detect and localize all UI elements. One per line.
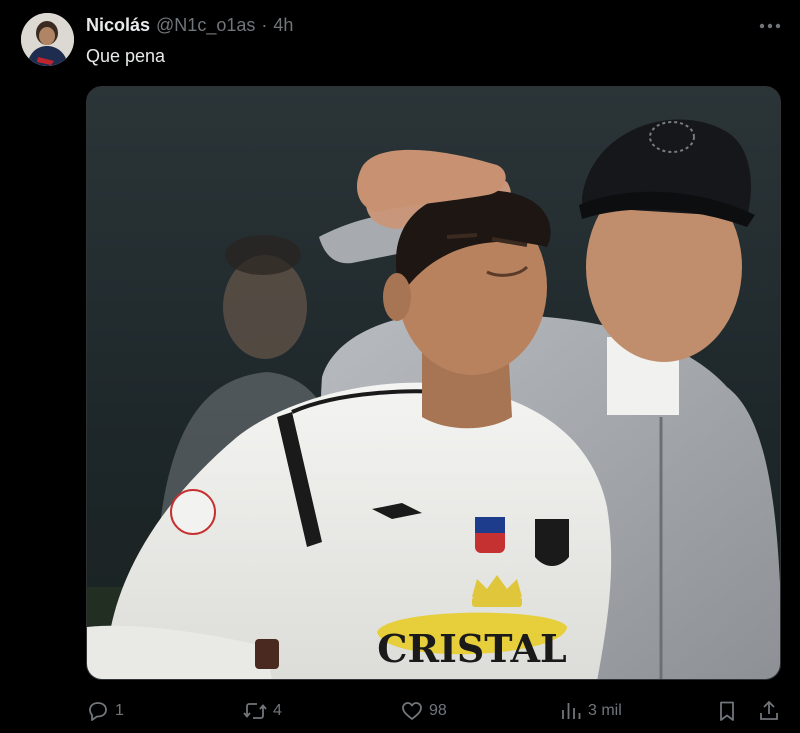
bookmark-icon — [720, 701, 734, 721]
timestamp[interactable]: 4h — [273, 15, 293, 36]
tweet-media-image[interactable]: CRISTAL — [86, 86, 781, 680]
retweet-button[interactable]: 4 — [242, 694, 282, 728]
author-handle[interactable]: @N1c_o1as — [156, 15, 255, 36]
reply-count: 1 — [115, 702, 124, 719]
retweet-icon — [243, 703, 267, 719]
tweet-card: Nicolás @N1c_o1as · 4h Que pena CRISTAL … — [0, 0, 800, 733]
photo-football-players: CRISTAL — [87, 87, 780, 679]
tweet-text: Que pena — [86, 46, 166, 66]
retweet-count: 4 — [273, 702, 282, 719]
like-count: 98 — [429, 702, 447, 719]
share-button[interactable] — [757, 694, 781, 728]
bookmark-button[interactable] — [715, 694, 739, 728]
sponsor-text: CRISTAL — [377, 626, 566, 671]
share-icon — [760, 700, 778, 720]
more-options-button[interactable] — [756, 16, 784, 36]
views-count: 3 mil — [588, 702, 622, 719]
tweet-actions-bar: 1 4 98 3 mil — [86, 694, 784, 728]
reply-icon — [89, 702, 107, 721]
views-button[interactable]: 3 mil — [559, 694, 622, 728]
separator-dot: · — [261, 15, 268, 35]
author-name[interactable]: Nicolás — [86, 15, 150, 36]
reply-button[interactable]: 1 — [86, 694, 124, 728]
more-horizontal-icon — [759, 23, 781, 29]
tweet-header: Nicolás @N1c_o1as · 4h — [86, 15, 293, 36]
views-chart-icon — [562, 703, 581, 719]
avatar[interactable] — [21, 13, 74, 66]
like-button[interactable]: 98 — [400, 694, 447, 728]
heart-icon — [402, 702, 422, 720]
avatar-image — [21, 13, 74, 66]
